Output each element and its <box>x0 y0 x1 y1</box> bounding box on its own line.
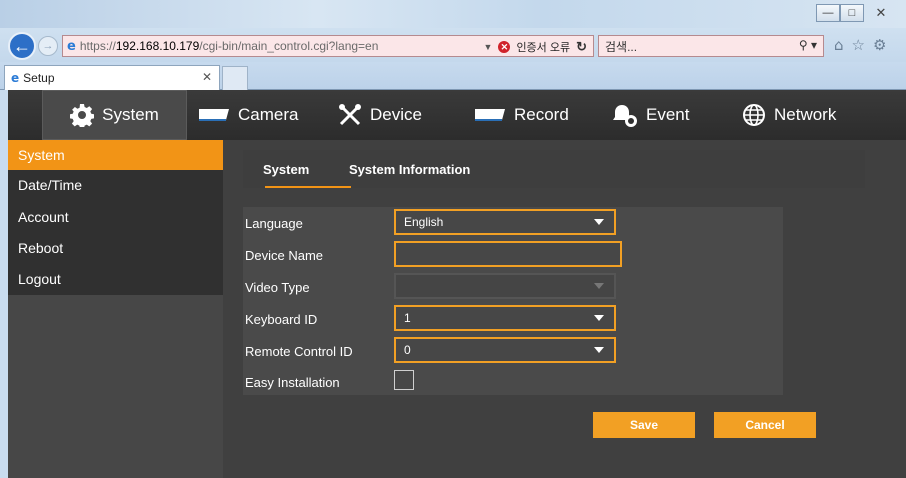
browser-tab-setup[interactable]: e Setup ✕ <box>4 65 220 90</box>
remote-control-id-label: Remote Control ID <box>245 344 353 359</box>
sidebar-item-label: Logout <box>18 271 61 287</box>
sidebar-item-reboot[interactable]: Reboot <box>8 233 223 263</box>
url-prefix: https:// <box>79 39 116 53</box>
url-path: /cgi-bin/main_control.cgi?lang=en <box>199 39 379 53</box>
tab-label: System Information <box>349 161 471 177</box>
tab-system-information[interactable]: System Information <box>349 150 470 188</box>
tab-system[interactable]: System <box>263 150 309 188</box>
nav-label: System <box>102 105 159 124</box>
sidebar-item-date-time[interactable]: Date/Time <box>8 170 223 200</box>
content-area: System System Information Language Engli… <box>223 140 906 478</box>
gear-icon <box>70 103 95 127</box>
sidebar-item-label: Account <box>18 209 69 225</box>
search-icon[interactable]: ⚲ ▾ <box>799 38 817 52</box>
keyboard-id-label: Keyboard ID <box>245 312 318 327</box>
minimize-icon[interactable]: — <box>816 4 840 22</box>
keyboard-id-select[interactable]: 1 <box>394 305 616 331</box>
cert-error-label[interactable]: 인증서 오류 <box>516 39 570 55</box>
save-label: Save <box>629 418 659 432</box>
favorites-star-icon[interactable]: ☆ <box>852 36 865 54</box>
recorder-icon <box>474 108 506 122</box>
remote-control-id-value: 0 <box>404 343 411 357</box>
cert-error-icon[interactable]: ✕ <box>498 41 511 53</box>
tab-label: System <box>263 161 310 177</box>
new-tab-button[interactable] <box>222 66 248 90</box>
tab-close-icon[interactable]: ✕ <box>202 70 212 84</box>
search-input[interactable]: 검색... ⚲ ▾ <box>598 35 824 57</box>
nav-label: Network <box>774 105 837 124</box>
sidebar-menu: System Date/Time Account Reboot Logout <box>8 140 223 295</box>
nav-label: Event <box>646 105 690 124</box>
system-settings-form: Language English Device Name Video Type … <box>243 207 783 395</box>
easy-installation-label: Easy Installation <box>245 375 340 390</box>
easy-installation-checkbox[interactable] <box>394 370 414 390</box>
forward-arrow-icon[interactable]: → <box>38 36 58 56</box>
top-navigation: System Camera Device Record Event Networ… <box>8 90 906 140</box>
address-bar[interactable]: e https://192.168.10.179/cgi-bin/main_co… <box>62 35 594 57</box>
browser-titlebar: — □ ✕ <box>0 0 906 30</box>
browser-tab-row: e Setup ✕ <box>0 62 906 90</box>
cancel-button[interactable]: Cancel <box>714 412 816 438</box>
subtab-bar: System System Information <box>243 150 865 188</box>
dvr-setup-app: System Camera Device Record Event Networ… <box>8 90 906 478</box>
sidebar-item-logout[interactable]: Logout <box>8 264 223 294</box>
nav-device[interactable]: Device <box>338 90 422 140</box>
sidebar-item-account[interactable]: Account <box>8 202 223 232</box>
chevron-down-icon <box>594 283 604 289</box>
sidebar: System Date/Time Account Reboot Logout <box>8 140 223 478</box>
nav-network[interactable]: Network <box>742 90 836 140</box>
nav-event[interactable]: Event <box>612 90 689 140</box>
device-name-label: Device Name <box>245 248 324 263</box>
sidebar-item-system[interactable]: System <box>8 140 223 170</box>
search-placeholder: 검색... <box>605 39 638 54</box>
address-bar-actions: ▼ ✕ 인증서 오류 ↻ <box>484 39 587 55</box>
tab-title: Setup <box>23 71 55 85</box>
nav-record[interactable]: Record <box>474 90 569 140</box>
maximize-icon[interactable]: □ <box>840 4 864 22</box>
nav-system[interactable]: System <box>42 90 187 140</box>
chevron-down-icon <box>594 219 604 225</box>
active-tab-indicator <box>265 186 351 188</box>
save-button[interactable]: Save <box>593 412 695 438</box>
home-icon[interactable]: ⌂ <box>834 36 844 54</box>
keyboard-id-value: 1 <box>404 311 411 325</box>
url-host: 192.168.10.179 <box>115 39 200 53</box>
chevron-down-icon <box>594 347 604 353</box>
address-bar-row: ← → e https://192.168.10.179/cgi-bin/mai… <box>0 28 906 62</box>
sidebar-item-label: Reboot <box>18 240 64 256</box>
device-name-input[interactable] <box>394 241 622 267</box>
language-value: English <box>404 215 444 229</box>
settings-gear-icon[interactable]: ⚙ <box>873 36 886 54</box>
window-controls: — □ ✕ <box>816 4 898 22</box>
refresh-icon[interactable]: ↻ <box>576 39 587 55</box>
back-arrow-icon[interactable]: ← <box>8 32 36 60</box>
chevron-down-icon <box>594 315 604 321</box>
ie-tab-icon: e <box>11 71 20 85</box>
close-icon[interactable]: ✕ <box>864 4 898 22</box>
sidebar-item-label: Date/Time <box>18 177 83 193</box>
nav-label: Device <box>370 105 422 124</box>
sidebar-item-label: System <box>18 147 65 163</box>
nav-label: Camera <box>238 105 299 124</box>
ie-page-icon: e <box>67 38 76 54</box>
globe-icon <box>742 103 766 127</box>
nav-label: Record <box>514 105 569 124</box>
camera-icon <box>198 108 230 122</box>
language-select[interactable]: English <box>394 209 616 235</box>
remote-control-id-select[interactable]: 0 <box>394 337 616 363</box>
nav-camera[interactable]: Camera <box>198 90 298 140</box>
tools-icon <box>338 103 362 127</box>
video-type-select[interactable] <box>394 273 616 299</box>
language-label: Language <box>245 216 303 231</box>
address-dropdown-icon[interactable]: ▼ <box>484 42 493 52</box>
bell-icon <box>612 103 638 127</box>
video-type-label: Video Type <box>245 280 310 295</box>
browser-toolbar: ⌂ ☆ ⚙ <box>834 36 886 54</box>
cancel-label: Cancel <box>745 418 785 432</box>
